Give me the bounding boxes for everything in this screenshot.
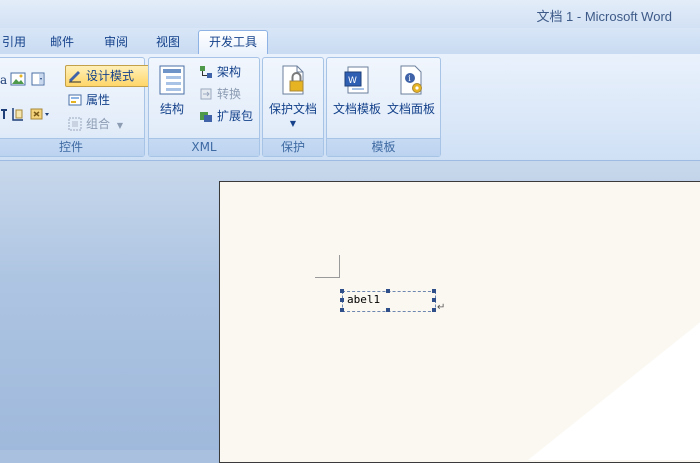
group-protect: 保护文档 ▼ 保护	[262, 57, 324, 157]
paragraph-mark: ↵	[437, 302, 446, 313]
design-mode-icon	[69, 71, 81, 83]
design-mode-button[interactable]: 设计模式	[65, 65, 159, 87]
tab-references[interactable]: 引用	[0, 31, 28, 53]
legacy-tools-icon[interactable]	[30, 106, 52, 122]
document-template-icon: W	[344, 66, 369, 94]
group-button[interactable]: 组合 ▼	[66, 114, 123, 134]
form-field-text: abel1	[347, 293, 381, 306]
chevron-down-icon: ▼	[116, 121, 123, 130]
document-panel-label: 文档面板	[386, 102, 435, 116]
date-control-icon[interactable]	[0, 106, 8, 122]
expansion-pack-label: 扩展包	[217, 109, 254, 123]
expansion-pack-icon	[200, 112, 212, 122]
group-controls: a 设计模式 属性 组合 ▼ 控件	[0, 57, 159, 157]
group-xml: 结构 架构 转换 扩展包 XML	[148, 57, 260, 157]
resize-handle[interactable]	[340, 308, 344, 312]
svg-text:W: W	[348, 76, 357, 86]
resize-handle[interactable]	[432, 298, 436, 302]
expansion-pack-button[interactable]: 扩展包	[197, 106, 253, 126]
tab-review[interactable]: 审阅	[98, 31, 134, 53]
tab-view[interactable]: 视图	[150, 31, 186, 53]
lock-document-icon	[282, 65, 304, 95]
structure-icon	[159, 65, 185, 95]
document-template-button[interactable]: W 文档模板	[331, 64, 383, 117]
picture-control-icon[interactable]	[10, 71, 26, 87]
margin-corner-mark	[315, 255, 340, 278]
resize-handle[interactable]	[340, 298, 344, 302]
group-protect-label: 保护	[263, 138, 323, 156]
tab-developer[interactable]: 开发工具	[198, 30, 268, 55]
group-label: 组合	[86, 117, 111, 131]
structure-button[interactable]: 结构	[155, 64, 189, 117]
group-templates-label: 模板	[327, 138, 440, 156]
chevron-down-icon: ▼	[289, 119, 297, 128]
svg-text:i: i	[408, 74, 411, 83]
ribbon-tabs: 引用 邮件 审阅 视图 开发工具	[0, 28, 700, 55]
window-title: 文档 1 - Microsoft Word	[536, 9, 672, 24]
resize-handle[interactable]	[432, 308, 436, 312]
protect-document-label: 保护文档	[268, 102, 317, 116]
title-bar: 文档 1 - Microsoft Word	[0, 0, 700, 28]
resize-handle[interactable]	[340, 289, 344, 293]
transform-button[interactable]: 转换	[197, 84, 241, 104]
transform-icon	[200, 88, 212, 100]
resize-handle[interactable]	[432, 289, 436, 293]
protect-document-button[interactable]: 保护文档 ▼	[265, 64, 321, 128]
resize-handle[interactable]	[386, 308, 390, 312]
text-control-icon[interactable]: a	[0, 71, 8, 87]
design-mode-label: 设计模式	[86, 69, 135, 83]
document-panel-icon: i	[400, 65, 422, 95]
resize-handle[interactable]	[386, 289, 390, 293]
group-xml-label: XML	[149, 138, 259, 156]
schema-button[interactable]: 架构	[197, 62, 241, 82]
properties-label: 属性	[86, 93, 111, 107]
ribbon: a 设计模式 属性 组合 ▼ 控件 结构 架构 转换 扩展包 XML 保护文档 …	[0, 54, 700, 161]
properties-button[interactable]: 属性	[66, 90, 110, 110]
schema-icon	[200, 66, 212, 78]
group-controls-label: 控件	[0, 138, 144, 156]
group-icon	[68, 117, 82, 131]
document-template-label: 文档模板	[332, 102, 381, 116]
building-block-control-icon[interactable]	[10, 106, 26, 122]
properties-icon	[68, 94, 82, 106]
schema-label: 架构	[217, 65, 242, 79]
structure-label: 结构	[159, 102, 184, 116]
combo-box-control-icon[interactable]	[30, 71, 46, 87]
svg-text:a: a	[0, 73, 7, 87]
group-templates: W 文档模板 i 文档面板 模板	[326, 57, 441, 157]
tab-mailings[interactable]: 邮件	[44, 31, 80, 53]
document-panel-button[interactable]: i 文档面板	[385, 64, 437, 117]
transform-label: 转换	[217, 87, 242, 101]
